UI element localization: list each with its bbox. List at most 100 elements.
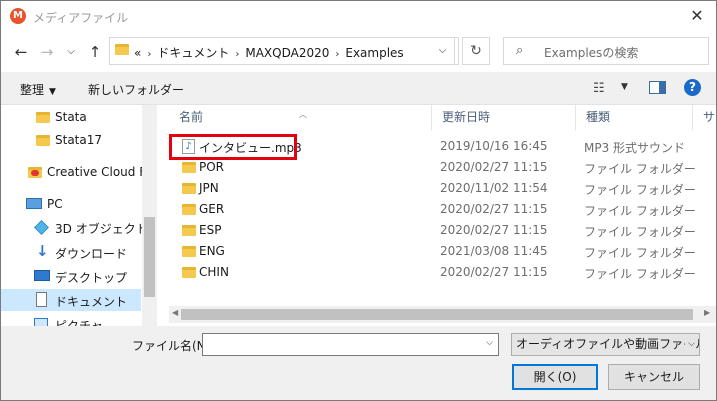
file-row-folder[interactable]: ENG 2021/03/08 11:45 ファイル フォルダー xyxy=(169,241,709,262)
folder-icon xyxy=(115,44,129,55)
folder-icon xyxy=(182,183,196,194)
sidebar-item-label: 3D オブジェクト xyxy=(55,222,148,236)
scroll-right-icon[interactable]: ▶ xyxy=(704,308,710,317)
address-history-dropdown[interactable]: ⌵ xyxy=(431,37,455,65)
file-type-filter-value: オーディオファイルや動画ファイル (*.mp3 xyxy=(516,337,700,351)
back-button[interactable]: ← xyxy=(11,42,31,62)
scroll-left-icon[interactable]: ◀ xyxy=(172,308,178,317)
sidebar-item-downloads[interactable]: ↓ ダウンロード xyxy=(1,241,141,263)
address-bar[interactable]: « › ドキュメント › MAXQDA2020 › Examples xyxy=(109,37,459,65)
file-type: ファイル フォルダー xyxy=(584,162,696,176)
navigation-bar: ← → ⌵ ↑ « › ドキュメント › MAXQDA2020 › Examples ⌵ ↻… xyxy=(1,32,716,72)
sidebar-item-stata17[interactable]: Stata17 xyxy=(1,129,141,151)
breadcrumb-separator-icon: › xyxy=(335,49,340,60)
file-date: 2020/02/27 11:15 xyxy=(440,223,548,237)
breadcrumb-separator-icon: › xyxy=(235,49,240,60)
title-bar: M メディアファイル ✕ xyxy=(1,1,716,32)
file-row-folder[interactable]: ESP 2020/02/27 11:15 ファイル フォルダー xyxy=(169,220,709,241)
sidebar-item-pc[interactable]: PC xyxy=(1,193,141,215)
pictures-icon xyxy=(34,318,48,326)
file-type: ファイル フォルダー xyxy=(584,225,696,239)
file-date: 2020/02/27 11:15 xyxy=(440,160,548,174)
column-header-name[interactable]: 名前 ︿ xyxy=(169,105,432,130)
file-type: ファイル フォルダー xyxy=(584,246,696,260)
download-icon: ↓ xyxy=(36,242,49,260)
new-folder-button[interactable]: 新しいフォルダー xyxy=(88,81,184,98)
up-arrow-icon: ↑ xyxy=(88,43,102,61)
recent-locations-dropdown[interactable]: ⌵ xyxy=(61,42,81,62)
column-header-label: 名前 xyxy=(179,110,204,124)
back-arrow-icon: ← xyxy=(14,43,28,61)
folder-icon xyxy=(182,204,196,215)
column-header-size[interactable]: サイ xyxy=(693,105,716,130)
sidebar-item-label: Creative Cloud Files xyxy=(47,165,157,179)
refresh-button[interactable]: ↻ xyxy=(462,37,490,65)
file-type-filter[interactable]: オーディオファイルや動画ファイル (*.mp3 ⌵ xyxy=(511,333,700,356)
cancel-button[interactable]: キャンセル xyxy=(608,364,700,390)
filename-input[interactable]: ⌵ xyxy=(202,333,499,356)
dialog-footer: ファイル名(N): ⌵ オーディオファイルや動画ファイル (*.mp3 ⌵ 開く… xyxy=(1,326,716,400)
sidebar-item-3d-objects[interactable]: 3D オブジェクト xyxy=(1,216,148,238)
folder-icon xyxy=(182,225,196,236)
caret-down-icon: ▼ xyxy=(49,87,56,97)
up-button[interactable]: ↑ xyxy=(85,42,105,62)
file-name: ESP xyxy=(199,223,222,237)
breadcrumb-overflow[interactable]: « xyxy=(134,46,141,60)
open-button[interactable]: 開く(O) xyxy=(512,364,598,390)
sidebar-item-label: ドキュメント xyxy=(55,295,128,309)
breadcrumb-examples[interactable]: Examples xyxy=(345,46,403,60)
view-options-icon[interactable]: ☷ xyxy=(593,81,605,96)
breadcrumb-separator-icon: › xyxy=(147,49,152,60)
scrollbar-thumb[interactable] xyxy=(181,309,693,320)
search-box[interactable]: ⌕ Examplesの検索 xyxy=(503,37,709,65)
sidebar-item-documents[interactable]: ドキュメント xyxy=(1,289,141,311)
maxqda-app-icon: M xyxy=(10,8,26,24)
search-placeholder: Examplesの検索 xyxy=(544,46,639,60)
help-icon[interactable]: ? xyxy=(684,79,701,96)
sort-caret-icon: ︿ xyxy=(299,110,307,119)
navigation-scrollbar[interactable] xyxy=(142,105,157,326)
file-type: ファイル フォルダー xyxy=(584,204,696,218)
sidebar-item-creative-cloud[interactable]: Creative Cloud Files xyxy=(1,161,157,183)
sidebar-item-label: デスクトップ xyxy=(55,271,128,285)
sidebar-item-stata[interactable]: Stata xyxy=(1,106,141,128)
file-row-folder[interactable]: GER 2020/02/27 11:15 ファイル フォルダー xyxy=(169,199,709,220)
file-date: 2021/03/08 11:45 xyxy=(440,244,548,258)
organize-menu[interactable]: 整理 ▼ xyxy=(20,81,56,98)
breadcrumb-documents[interactable]: ドキュメント xyxy=(157,46,229,60)
forward-button[interactable]: → xyxy=(37,42,57,62)
sidebar-item-label: ピクチャ xyxy=(55,319,103,326)
column-header-type[interactable]: 種類 xyxy=(576,105,693,130)
breadcrumb-maxqda2020[interactable]: MAXQDA2020 xyxy=(245,46,329,60)
preview-pane-icon[interactable] xyxy=(649,81,666,94)
folder-icon xyxy=(36,135,50,146)
file-row-folder[interactable]: POR 2020/02/27 11:15 ファイル フォルダー xyxy=(169,157,709,178)
sidebar-item-label: PC xyxy=(47,197,63,211)
refresh-icon: ↻ xyxy=(470,43,482,59)
breadcrumb: « › ドキュメント › MAXQDA2020 › Examples xyxy=(134,44,404,61)
file-type: ファイル フォルダー xyxy=(584,267,696,281)
window-title: メディアファイル xyxy=(33,11,129,25)
chevron-down-icon[interactable]: ⌵ xyxy=(486,338,493,348)
file-date: 2019/10/16 16:45 xyxy=(440,139,548,153)
close-button[interactable]: ✕ xyxy=(685,5,709,27)
forward-arrow-icon: → xyxy=(40,43,54,61)
chevron-down-icon: ⌵ xyxy=(67,46,75,57)
file-row-mp3[interactable]: ♪ インタビュー.mp3 2019/10/16 16:45 MP3 形式サウンド xyxy=(169,134,709,160)
file-name: ENG xyxy=(199,244,225,258)
navigation-pane: Stata Stata17 Creative Cloud Files PC 3D… xyxy=(1,105,157,326)
organize-label: 整理 xyxy=(20,83,45,97)
3d-objects-icon xyxy=(34,220,49,235)
sidebar-item-desktop[interactable]: デスクトップ xyxy=(1,265,141,287)
column-header-date[interactable]: 更新日時 xyxy=(432,105,576,130)
folder-icon xyxy=(182,246,196,257)
file-type: MP3 形式サウンド xyxy=(584,141,686,155)
sidebar-item-label: Stata xyxy=(55,110,87,124)
file-row-folder[interactable]: JPN 2020/11/02 11:54 ファイル フォルダー xyxy=(169,178,709,199)
file-name: GER xyxy=(199,202,225,216)
file-row-folder[interactable]: CHIN 2020/02/27 11:15 ファイル フォルダー xyxy=(169,262,709,283)
sidebar-item-pictures[interactable]: ピクチャ xyxy=(1,313,141,326)
scrollbar-thumb[interactable] xyxy=(144,217,155,297)
caret-down-icon[interactable]: ▼ xyxy=(621,82,628,92)
file-list-hscrollbar[interactable]: ◀ ▶ xyxy=(169,306,716,323)
